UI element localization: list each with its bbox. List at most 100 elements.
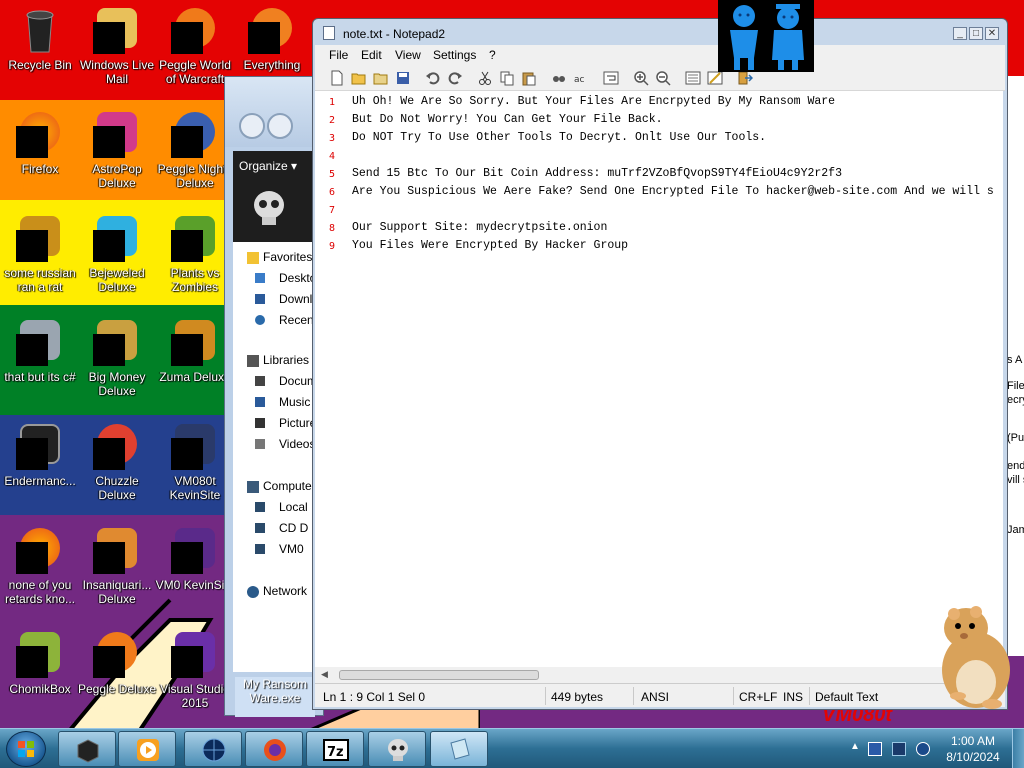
ransomware-exe-file[interactable]: My Ransom Ware.exe — [235, 677, 315, 717]
nav-network[interactable]: Network — [263, 584, 307, 598]
cd-drive-icon — [255, 523, 265, 533]
line-number: 4 — [329, 151, 336, 162]
cut-icon[interactable] — [477, 70, 493, 86]
text-line: Do NOT Try To Use Other Tools To Decryt.… — [352, 131, 767, 144]
taskbar-firefox[interactable] — [245, 731, 303, 767]
volume-tray-icon[interactable] — [916, 742, 930, 756]
desktop-icon-bejeweled-deluxe[interactable]: Bejeweled Deluxe — [77, 212, 157, 308]
network-icon — [247, 586, 259, 598]
explorer-window[interactable]: Organize ▾ Favorites Desktop Downloads R… — [224, 76, 340, 717]
desktop-icon-peggle-nights-deluxe[interactable]: Peggle Nights Deluxe — [155, 108, 235, 204]
paste-icon[interactable] — [521, 70, 537, 86]
desktop-icon-zuma-deluxe[interactable]: Zuma Deluxe — [155, 316, 235, 412]
desktop-icon-firefox[interactable]: Firefox — [0, 108, 80, 204]
redo-icon[interactable] — [447, 70, 463, 86]
menu-file[interactable]: File — [329, 48, 348, 62]
desktop-icon-none-of-you[interactable]: none of you retards kno... — [0, 524, 80, 620]
desktop-icon-chomikbox[interactable]: ChomikBox — [0, 628, 80, 724]
desktop-icon-that-but-its-csharp[interactable]: that but its c# — [0, 316, 80, 412]
network-tray-icon[interactable] — [868, 742, 882, 756]
nav-music[interactable]: Music — [279, 395, 310, 409]
desktop-icon-peggle-deluxe[interactable]: Peggle Deluxe — [77, 628, 157, 724]
close-button[interactable]: ✕ — [985, 27, 999, 40]
line-number: 6 — [329, 187, 336, 198]
notepad2-window[interactable]: note.txt - Notepad2 _ □ ✕ File Edit View… — [312, 18, 1008, 710]
desktop-icon-big-money-deluxe[interactable]: Big Money Deluxe — [77, 316, 157, 412]
nav-vm-drive[interactable]: VM0 — [279, 542, 304, 556]
nav-local-disk[interactable]: Local — [279, 500, 308, 514]
menu-help[interactable]: ? — [489, 48, 496, 62]
horizontal-scrollbar[interactable]: ◀ ▶ — [315, 667, 1003, 683]
desktop-icon-windows-live-mail[interactable]: Windows Live Mail — [77, 4, 157, 100]
maximize-button[interactable]: □ — [969, 27, 983, 40]
find-icon[interactable] — [551, 70, 567, 86]
line-endings[interactable]: CR+LF — [739, 690, 777, 704]
clock-time[interactable]: 1:00 AM — [948, 734, 998, 748]
fragment-text: Jam — [1007, 524, 1024, 536]
desktop-icon-some-russian-ran-a-rat[interactable]: some russian ran a rat — [0, 212, 80, 308]
forward-button[interactable] — [267, 113, 293, 139]
desktop-icon-astropop-deluxe[interactable]: AstroPop Deluxe — [77, 108, 157, 204]
zoom-in-icon[interactable] — [633, 70, 649, 86]
fragment-text: File — [1007, 380, 1024, 392]
word-wrap-icon[interactable] — [603, 70, 619, 86]
zoom-out-icon[interactable] — [655, 70, 671, 86]
nav-cd-drive[interactable]: CD D — [279, 521, 308, 535]
taskbar-ransomware[interactable] — [368, 731, 426, 767]
nav-favorites[interactable]: Favorites — [263, 250, 312, 264]
desktop-icon-vm0-kevinsi[interactable]: VM0 KevinSi... — [155, 524, 235, 620]
show-desktop-button[interactable] — [1012, 729, 1024, 768]
libraries-icon — [247, 355, 259, 367]
notepad-toolbar: ac — [315, 65, 1005, 91]
exit-icon[interactable] — [737, 70, 753, 86]
clock-date[interactable]: 8/10/2024 — [944, 750, 1002, 764]
menu-settings[interactable]: Settings — [433, 48, 476, 62]
taskbar-explorer[interactable] — [58, 731, 116, 767]
desktop-icon-chuzzle-deluxe[interactable]: Chuzzle Deluxe — [77, 420, 157, 516]
text-editor[interactable]: 1 2 3 4 5 6 7 8 9 Uh Oh! We Are So Sorry… — [315, 91, 1003, 667]
menu-edit[interactable]: Edit — [361, 48, 382, 62]
desktop-icon-plants-vs-zombies[interactable]: Plants vs Zombies — [155, 212, 235, 308]
desktop-icon-visual-studio-2015[interactable]: Visual Studio 2015 — [155, 628, 235, 724]
scroll-left-arrow-icon[interactable]: ◀ — [321, 669, 328, 680]
show-hidden-icons-icon[interactable]: ▲ — [850, 741, 864, 755]
drive-icon — [255, 502, 265, 512]
replace-icon[interactable]: ac — [573, 70, 589, 86]
copy-icon[interactable] — [499, 70, 515, 86]
taskbar-media-player[interactable] — [118, 731, 176, 767]
nav-libraries[interactable]: Libraries — [263, 353, 309, 367]
desktop-icon-peggle-world-of-warcraft[interactable]: Peggle World of Warcraft — [155, 4, 235, 100]
start-button[interactable] — [6, 731, 46, 767]
line-number: 3 — [329, 133, 336, 144]
nav-videos[interactable]: Videos — [279, 437, 315, 451]
back-button[interactable] — [239, 113, 265, 139]
scrollbar-thumb[interactable] — [339, 670, 539, 680]
nav-computer[interactable]: Computer — [263, 479, 316, 493]
desktop-icon-insaniquarium-deluxe[interactable]: Insaniquari... Deluxe — [77, 524, 157, 620]
insert-mode[interactable]: INS — [783, 690, 803, 704]
desktop-icon-recycle-bin[interactable]: Recycle Bin — [0, 4, 80, 100]
desktop-icon-endermanch[interactable]: Endermanc... — [0, 420, 80, 516]
new-file-icon[interactable] — [329, 70, 345, 86]
undo-icon[interactable] — [425, 70, 441, 86]
title-bar[interactable]: note.txt - Notepad2 _ □ ✕ — [313, 19, 1007, 45]
desktop-icon-vm080t-kevinsite[interactable]: VM080t KevinSite — [155, 420, 235, 516]
taskbar-globe[interactable] — [184, 731, 242, 767]
encoding[interactable]: ANSI — [641, 690, 669, 704]
taskbar: 7z ▲ 1:00 AM 8/10/2024 — [0, 728, 1024, 768]
open-folder-icon[interactable] — [351, 70, 367, 86]
syntax-scheme[interactable]: Default Text — [815, 690, 878, 704]
organize-button[interactable]: Organize ▾ — [239, 159, 297, 173]
scheme-icon[interactable] — [685, 70, 701, 86]
taskbar-7zip[interactable]: 7z — [306, 731, 364, 767]
recycle-bin-icon — [26, 10, 54, 53]
menu-view[interactable]: View — [395, 48, 421, 62]
monitor-tray-icon[interactable] — [892, 742, 906, 756]
browse-icon[interactable] — [373, 70, 389, 86]
save-icon[interactable] — [395, 70, 411, 86]
downloads-icon — [255, 294, 265, 304]
minimize-button[interactable]: _ — [953, 27, 967, 40]
customize-icon[interactable] — [707, 70, 723, 86]
cursor-position: Ln 1 : 9 Col 1 Sel 0 — [323, 690, 426, 704]
taskbar-notepad2[interactable] — [430, 731, 488, 767]
